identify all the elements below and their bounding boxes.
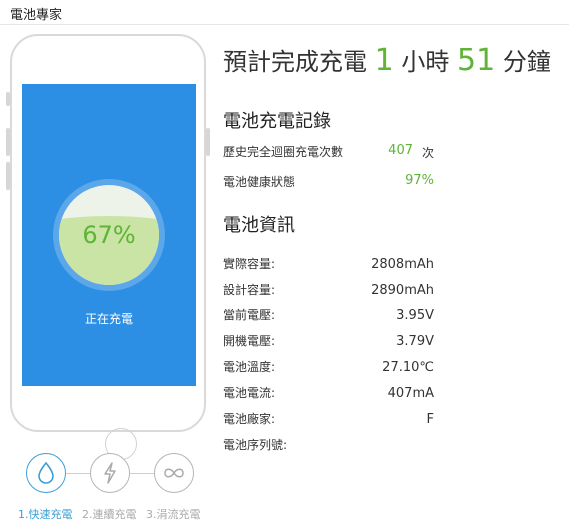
info-label-temperature: 電池溫度: xyxy=(223,360,276,374)
battery-gauge-inner: 67% xyxy=(59,185,159,285)
battery-percent: 67% xyxy=(82,221,136,249)
estimate-hours: 1 xyxy=(374,43,394,78)
estimate-minutes: 51 xyxy=(457,43,496,78)
estimate-hours-unit: 小時 xyxy=(401,48,450,76)
mode-connector xyxy=(130,473,154,474)
mute-switch xyxy=(6,92,10,106)
charge-estimate: 預計完成充電 1 小時 51 分鐘 xyxy=(223,42,551,78)
info-label-boot-voltage: 開機電壓: xyxy=(223,334,276,348)
droplet-icon xyxy=(38,461,54,484)
app-title: 電池專家 xyxy=(10,8,63,23)
cycles-unit: 次 xyxy=(421,146,434,160)
battery-gauge: 67% xyxy=(53,179,165,291)
mode-trickle-button[interactable] xyxy=(154,453,194,493)
info-value-temperature: 27.10℃ xyxy=(382,360,434,375)
charging-status: 正在充電 xyxy=(84,312,133,326)
mode-fast-label[interactable]: 1.快速充電 xyxy=(18,506,73,522)
info-label-manufacturer: 電池廠家: xyxy=(223,412,276,426)
info-value-actual-capacity: 2808mAh xyxy=(371,257,434,272)
power-button xyxy=(206,128,210,156)
infinity-icon xyxy=(164,468,184,478)
phone-screen: 67% 正在充電 xyxy=(22,84,196,386)
health-label: 電池健康狀態 xyxy=(223,175,296,189)
info-value-current: 407mA xyxy=(387,386,434,401)
mode-continuous-label[interactable]: 2.連續充電 xyxy=(82,506,137,522)
estimate-minutes-unit: 分鐘 xyxy=(502,48,551,76)
info-label-serial: 電池序列號: xyxy=(223,438,288,452)
lightning-icon xyxy=(104,462,116,484)
record-section-title: 電池充電記錄 xyxy=(223,111,331,132)
info-value-boot-voltage: 3.79V xyxy=(396,334,434,349)
info-label-actual-capacity: 實際容量: xyxy=(223,257,276,271)
info-value-current-voltage: 3.95V xyxy=(396,308,434,323)
info-label-design-capacity: 設計容量: xyxy=(223,283,276,297)
info-value-manufacturer: F xyxy=(426,412,434,427)
mode-continuous-button[interactable] xyxy=(90,453,130,493)
info-label-current-voltage: 當前電壓: xyxy=(223,308,276,322)
cycles-value: 407 xyxy=(388,143,413,158)
volume-down-button xyxy=(6,162,10,190)
info-value-design-capacity: 2890mAh xyxy=(371,283,434,298)
mode-connector xyxy=(66,473,90,474)
title-divider xyxy=(0,24,569,25)
mode-trickle-label[interactable]: 3.涓流充電 xyxy=(146,506,201,522)
cycles-label: 歷史完全迴圈充電次數 xyxy=(223,145,344,159)
mode-fast-button[interactable] xyxy=(26,453,66,493)
info-section-title: 電池資訊 xyxy=(223,215,295,236)
info-label-current: 電池電流: xyxy=(223,386,276,400)
health-value: 97% xyxy=(405,173,434,188)
estimate-prefix: 預計完成充電 xyxy=(223,48,367,76)
volume-up-button xyxy=(6,128,10,156)
